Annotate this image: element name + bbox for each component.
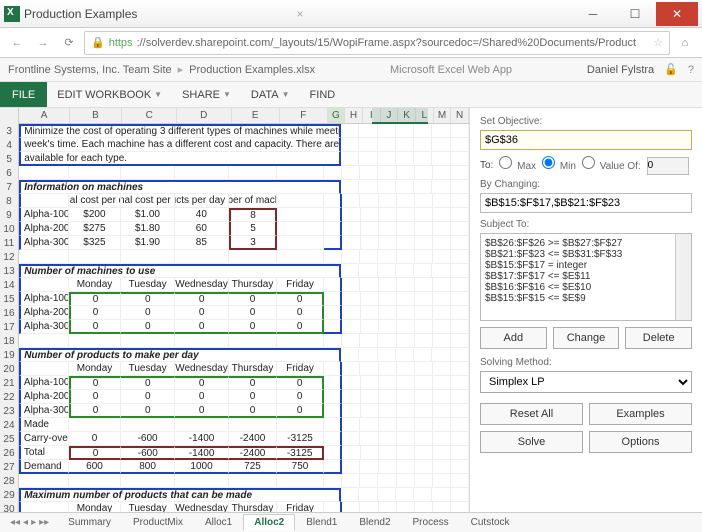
minimize-button[interactable]: ─ [572, 2, 614, 26]
find-button[interactable]: FIND [300, 82, 346, 107]
to-label: To: [480, 160, 493, 171]
reset-button[interactable]: Reset All [480, 403, 583, 425]
objective-input[interactable] [480, 130, 692, 150]
window-title: Production Examples [24, 7, 293, 21]
forward-icon[interactable]: → [32, 32, 54, 54]
tab-first-icon[interactable]: ◂◂ [10, 517, 20, 528]
solve-button[interactable]: Solve [480, 431, 583, 453]
tab-next-icon[interactable]: ▸ [31, 517, 36, 528]
star-icon[interactable]: ☆ [653, 36, 663, 49]
maximize-button[interactable]: ☐ [614, 2, 656, 26]
sheet-tab-cutstock[interactable]: Cutstock [460, 514, 521, 531]
spreadsheet-grid[interactable]: ABCDEFGHIJKLMN 3Minimize the cost of ope… [0, 108, 470, 512]
edit-workbook-menu[interactable]: EDIT WORKBOOK▼ [47, 82, 172, 107]
app-name: Microsoft Excel Web App [315, 64, 587, 76]
constraint-item[interactable]: $B$21:$F$23 <= $B$31:$F$33 [485, 249, 687, 260]
share-icon[interactable]: 🔓 [664, 63, 678, 76]
max-radio[interactable]: Max [499, 156, 536, 172]
refresh-icon[interactable]: ⟳ [58, 32, 80, 54]
sheet-tab-blend1[interactable]: Blend1 [295, 514, 348, 531]
valueof-input[interactable] [647, 157, 689, 175]
url-input[interactable]: 🔒 https ://solverdev.sharepoint.com/_lay… [84, 31, 670, 55]
method-label: Solving Method: [480, 357, 692, 368]
options-button[interactable]: Options [589, 431, 692, 453]
solver-panel: Set Objective: To: Max Min Value Of: By … [470, 108, 702, 512]
ribbon: FILE EDIT WORKBOOK▼ SHARE▼ DATA▼ FIND [0, 82, 702, 108]
share-menu[interactable]: SHARE▼ [172, 82, 241, 107]
sheet-tab-alloc1[interactable]: Alloc1 [194, 514, 243, 531]
method-select[interactable]: Simplex LP [480, 371, 692, 393]
min-radio[interactable]: Min [542, 156, 576, 172]
examples-button[interactable]: Examples [589, 403, 692, 425]
constraint-item[interactable]: $B$16:$F$16 <= $E$10 [485, 282, 687, 293]
close-button[interactable]: ✕ [656, 2, 698, 26]
sheet-tab-summary[interactable]: Summary [57, 514, 122, 531]
file-tab[interactable]: FILE [0, 82, 47, 107]
back-icon[interactable]: ← [6, 32, 28, 54]
constraint-item[interactable]: $B$15:$F$17 = integer [485, 260, 687, 271]
window-titlebar: Production Examples × ─ ☐ ✕ [0, 0, 702, 28]
constraint-item[interactable]: $B$17:$F$17 <= $E$11 [485, 271, 687, 282]
sheet-tab-blend2[interactable]: Blend2 [348, 514, 401, 531]
file-name[interactable]: Production Examples.xlsx [189, 64, 315, 76]
tab-prev-icon[interactable]: ◂ [23, 517, 28, 528]
url-proto: https [109, 37, 133, 49]
valueof-radio[interactable]: Value Of: [582, 156, 641, 172]
lock-icon: 🔒 [91, 36, 105, 49]
set-objective-label: Set Objective: [480, 116, 692, 127]
sheet-tab-alloc2[interactable]: Alloc2 [243, 514, 295, 531]
tab-last-icon[interactable]: ▸▸ [39, 517, 49, 528]
by-changing-label: By Changing: [480, 179, 692, 190]
delete-button[interactable]: Delete [625, 327, 692, 349]
constraints-list[interactable]: $B$26:$F$26 >= $B$27:$F$27$B$21:$F$23 <=… [480, 233, 692, 321]
add-button[interactable]: Add [480, 327, 547, 349]
change-button[interactable]: Change [553, 327, 620, 349]
sheet-tab-process[interactable]: Process [402, 514, 460, 531]
team-site-link[interactable]: Frontline Systems, Inc. Team Site [8, 64, 172, 76]
constraint-item[interactable]: $B$15:$F$15 <= $E$9 [485, 293, 687, 304]
sheet-tabs: ◂◂ ◂ ▸ ▸▸ SummaryProductMixAlloc1Alloc2B… [0, 512, 702, 532]
help-icon[interactable]: ? [688, 64, 694, 76]
subject-to-label: Subject To: [480, 219, 692, 230]
user-name[interactable]: Daniel Fylstra [587, 64, 654, 76]
sharepoint-band: Frontline Systems, Inc. Team Site ▸ Prod… [0, 58, 702, 82]
constraint-item[interactable]: $B$26:$F$26 >= $B$27:$F$27 [485, 238, 687, 249]
excel-icon [4, 6, 20, 22]
tab-close-x[interactable]: × [297, 7, 304, 21]
home-icon[interactable]: ⌂ [674, 32, 696, 54]
browser-address-bar: ← → ⟳ 🔒 https ://solverdev.sharepoint.co… [0, 28, 702, 58]
by-changing-input[interactable] [480, 193, 692, 213]
data-menu[interactable]: DATA▼ [241, 82, 300, 107]
sheet-tab-productmix[interactable]: ProductMix [122, 514, 194, 531]
